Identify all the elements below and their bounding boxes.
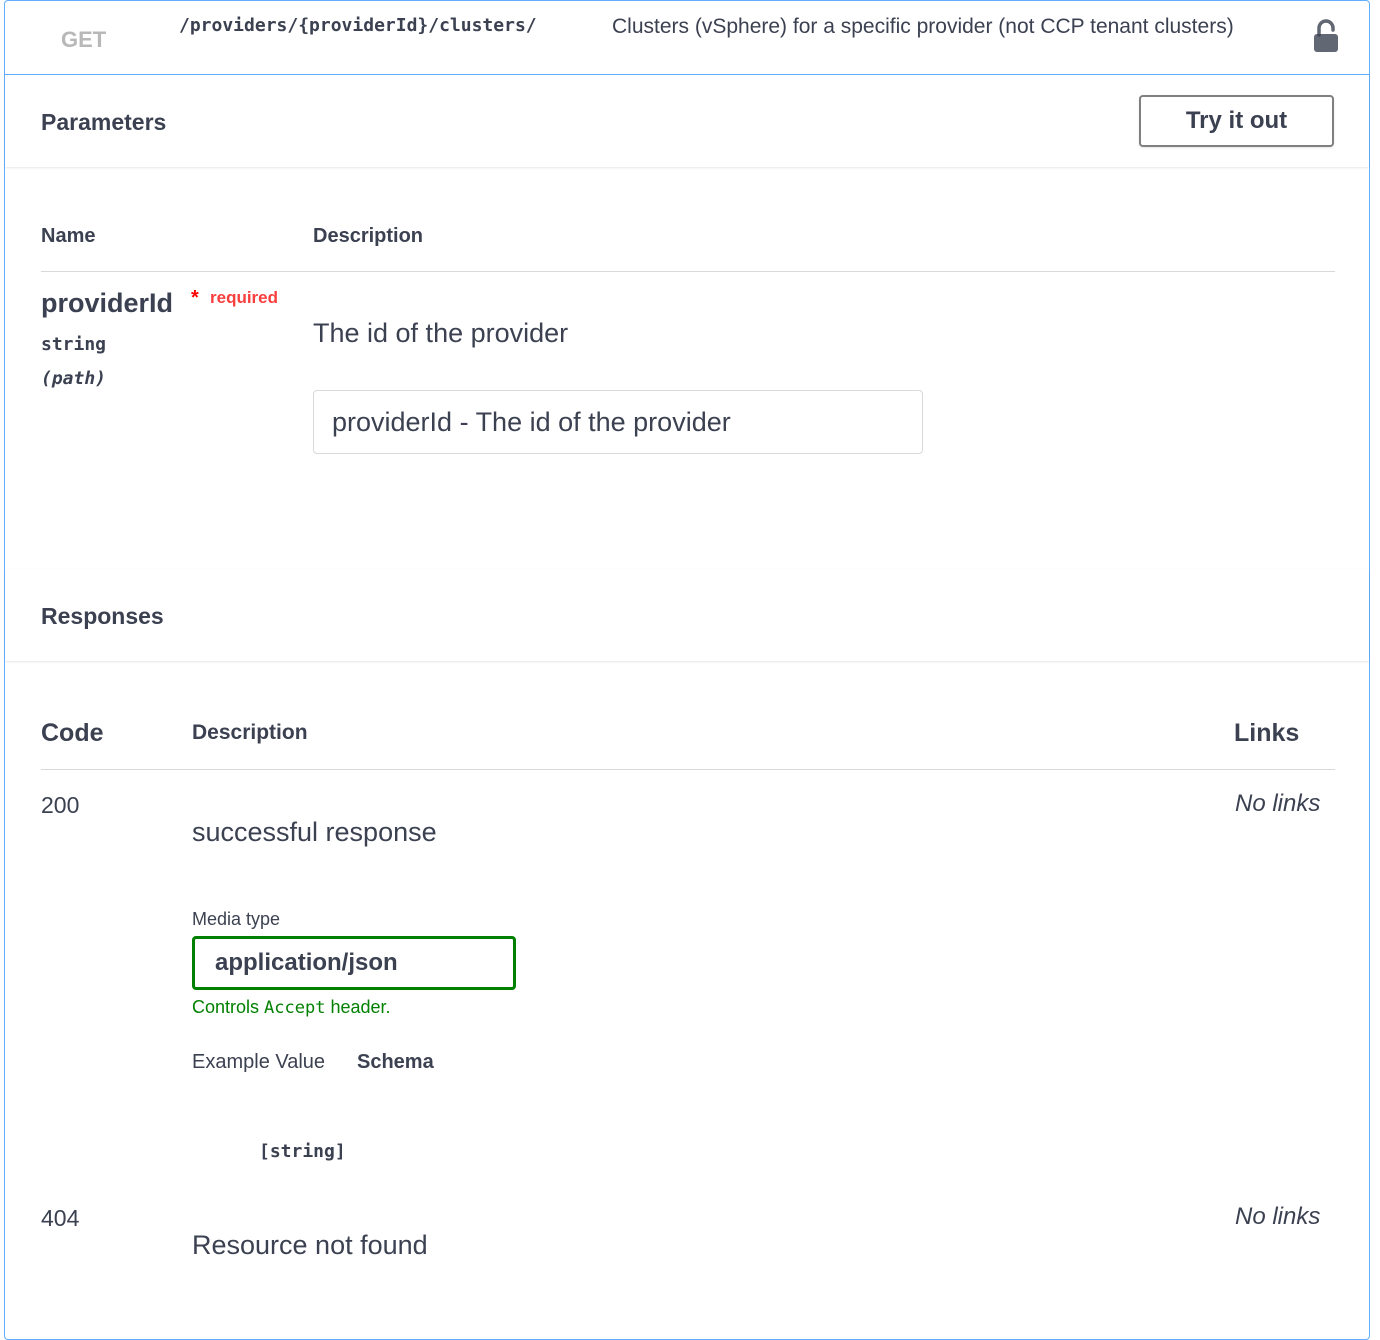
resp-col-description: Description [192,721,308,744]
operation-block: GET /providers/{providerId}/clusters/ Cl… [4,0,1370,1340]
media-type-select[interactable]: application/json [192,936,516,990]
http-method-badge: GET [61,27,107,52]
response-links: No links [1235,1203,1321,1230]
param-col-name: Name [41,225,96,247]
param-col-description: Description [313,225,424,247]
resp-col-code: Code [41,719,104,747]
responses-title: Responses [41,603,164,629]
parameters-title: Parameters [41,109,167,135]
param-table-divider [41,271,1335,272]
param-location: (path) [41,368,107,389]
param-name: providerId [41,288,174,318]
operation-summary-text: Clusters (vSphere) for a specific provid… [612,15,1234,38]
param-type: string [41,334,107,355]
endpoint-path: /providers/{providerId}/clusters/ [179,15,537,36]
controls-accept-note: Controls Accept header. [192,997,391,1018]
resp-table-divider [41,769,1335,770]
media-type-label: Media type [192,909,281,929]
accept-code: Accept [264,998,326,1018]
responses-header: Responses [5,569,1369,661]
schema-model: [string] [259,1141,346,1162]
response-links: No links [1235,790,1321,817]
lock-open-icon[interactable] [1313,19,1339,53]
controls-prefix: Controls [192,997,260,1017]
response-code: 404 [41,1205,80,1231]
response-description: Resource not found [192,1230,428,1260]
tab-schema[interactable]: Schema [357,1051,434,1074]
controls-suffix: header. [330,997,391,1017]
operation-summary[interactable]: GET /providers/{providerId}/clusters/ Cl… [5,1,1369,75]
required-label: required [210,288,279,307]
param-description: The id of the provider [313,318,569,348]
response-description: successful response [192,817,437,847]
response-code: 200 [41,792,80,818]
try-it-out-button[interactable]: Try it out [1139,95,1334,147]
tab-example-value[interactable]: Example Value [192,1051,325,1074]
provider-id-input[interactable] [313,390,923,454]
parameters-header: Parameters Try it out [5,75,1369,167]
required-star: * [191,287,199,309]
resp-col-links: Links [1234,719,1300,747]
